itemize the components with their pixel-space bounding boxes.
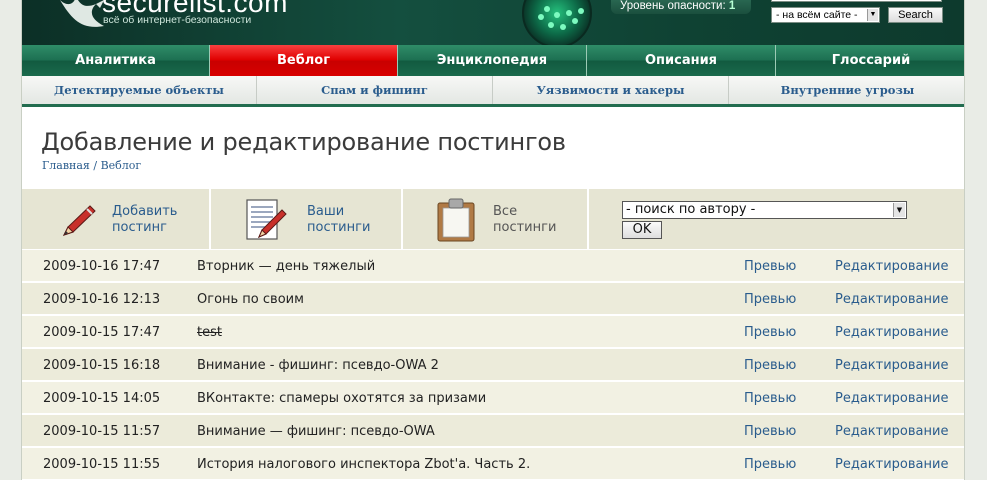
post-date: 2009-10-15 16:18 <box>43 358 161 373</box>
postings-toolbar: Добавить постинг Ваши постинги Все пости… <box>22 189 964 249</box>
post-title: Внимание - фишинг: псевдо-OWA 2 <box>197 358 439 373</box>
add-posting-button[interactable]: Добавить постинг <box>22 189 211 249</box>
add-posting-label-line2: постинг <box>112 220 167 235</box>
add-posting-label-line1: Добавить <box>112 204 178 219</box>
post-title: test <box>197 325 222 340</box>
post-date: 2009-10-15 17:47 <box>43 325 161 340</box>
table-row: 2009-10-15 14:05 ВКонтакте: спамеры охотя… <box>22 382 964 415</box>
document-pencil-icon <box>246 199 287 240</box>
main-nav-item-weblog[interactable]: Веблог <box>210 45 398 76</box>
main-nav-item-descriptions[interactable]: Описания <box>587 45 776 76</box>
edit-link[interactable]: Редактирование <box>835 292 948 307</box>
main-nav: Аналитика Веблог Энциклопедия Описания Г… <box>22 45 964 76</box>
table-row: 2009-10-16 17:47 Вторник — день тяжелый Пр… <box>22 250 964 283</box>
threat-level-value: 1 <box>728 0 736 12</box>
main-nav-item-glossary[interactable]: Глоссарий <box>776 45 964 76</box>
page-title: Добавление и редактирование постингов <box>41 128 566 156</box>
sub-nav-item-vulnerabilities[interactable]: Уязвимости и хакеры <box>493 76 729 104</box>
post-date: 2009-10-15 11:57 <box>43 424 161 439</box>
preview-link[interactable]: Превью <box>744 259 796 274</box>
edit-link[interactable]: Редактирование <box>835 259 948 274</box>
clipboard-icon <box>437 198 475 242</box>
main-nav-item-analytics[interactable]: Аналитика <box>22 45 210 76</box>
edit-link[interactable]: Редактирование <box>835 391 948 406</box>
preview-link[interactable]: Превью <box>744 292 796 307</box>
post-date: 2009-10-15 14:05 <box>43 391 161 406</box>
content-frame: securelist.com всё об интернет-безопасно… <box>21 0 965 480</box>
post-title: ВКонтакте: спамеры охотятся за призами <box>197 391 487 406</box>
table-row: 2009-10-15 11:57 Внимание — фишинг: псевд… <box>22 415 964 448</box>
chevron-down-icon: ▼ <box>867 9 878 21</box>
search-scope-value: - на всём сайте - <box>776 9 858 21</box>
preview-link[interactable]: Превью <box>744 358 796 373</box>
edit-link[interactable]: Редактирование <box>835 358 948 373</box>
page: securelist.com всё об интернет-безопасно… <box>0 0 987 480</box>
search-scope-select[interactable]: - на всём сайте - ▼ <box>771 7 880 23</box>
sub-nav-item-detected-objects[interactable]: Детектируемые объекты <box>22 76 257 104</box>
search-button[interactable]: Search <box>888 7 943 23</box>
edit-link[interactable]: Редактирование <box>835 325 948 340</box>
your-postings-label-line2: постинги <box>307 220 371 235</box>
ok-button[interactable]: OK <box>622 221 662 239</box>
post-date: 2009-10-16 12:13 <box>43 292 161 307</box>
preview-link[interactable]: Превью <box>744 391 796 406</box>
chevron-down-icon: ▼ <box>893 203 905 217</box>
site-search-input[interactable] <box>771 0 942 2</box>
author-search-select[interactable]: - поиск по автору - ▼ <box>622 201 907 219</box>
your-postings-label-line1: Ваши <box>307 204 345 219</box>
author-search-panel: - поиск по автору - ▼ OK <box>589 189 964 249</box>
post-title: Внимание — фишинг: псевдо-OWA <box>197 424 435 439</box>
sub-nav: Детектируемые объекты Спам и фишинг Уязв… <box>22 76 964 107</box>
pencil-icon <box>63 205 96 236</box>
post-title: Огонь по своим <box>197 292 304 307</box>
all-postings-label-line2: постинги <box>493 220 557 235</box>
edit-link[interactable]: Редактирование <box>835 457 948 472</box>
table-row: 2009-10-15 17:47 test Превью Редактирование <box>22 316 964 349</box>
post-title: История налогового инспектора Zbot'a. Ча… <box>197 457 531 472</box>
table-row: 2009-10-16 12:13 Огонь по своим Превью Реда… <box>22 283 964 316</box>
preview-link[interactable]: Превью <box>744 325 796 340</box>
threat-gauge-icon[interactable] <box>522 0 592 45</box>
preview-link[interactable]: Превью <box>744 457 796 472</box>
main-nav-item-encyclopedia[interactable]: Энциклопедия <box>398 45 587 76</box>
site-header: securelist.com всё об интернет-безопасно… <box>22 0 964 45</box>
threat-label: Уровень опасности: <box>620 0 726 12</box>
all-postings-button: Все постинги <box>403 189 589 249</box>
breadcrumb-separator: / <box>89 159 101 172</box>
post-date: 2009-10-15 11:55 <box>43 457 161 472</box>
your-postings-button[interactable]: Ваши постинги <box>211 189 403 249</box>
all-postings-label-line1: Все <box>493 204 518 219</box>
sub-nav-item-internal-threats[interactable]: Внутренние угрозы <box>729 76 964 104</box>
post-title: Вторник — день тяжелый <box>197 259 376 274</box>
logo-subtitle: всё об интернет-безопасности <box>103 14 252 26</box>
sub-nav-item-spam-phishing[interactable]: Спам и фишинг <box>257 76 493 104</box>
table-row: 2009-10-15 16:18 Внимание - фишинг: псевд… <box>22 349 964 382</box>
postings-list: 2009-10-16 17:47 Вторник — день тяжелый Пр… <box>22 250 964 480</box>
preview-link[interactable]: Превью <box>744 424 796 439</box>
edit-link[interactable]: Редактирование <box>835 424 948 439</box>
table-row: 2009-10-15 11:55 История налогового инспе… <box>22 448 964 480</box>
breadcrumb-home-link[interactable]: Главная <box>42 159 90 172</box>
post-date: 2009-10-16 17:47 <box>43 259 161 274</box>
breadcrumb-current-link[interactable]: Веблог <box>101 159 142 172</box>
breadcrumb: Главная / Веблог <box>42 159 141 172</box>
threat-level-indicator[interactable]: Уровень опасности: 1 <box>611 0 751 14</box>
author-search-value: - поиск по автору - <box>626 202 756 217</box>
